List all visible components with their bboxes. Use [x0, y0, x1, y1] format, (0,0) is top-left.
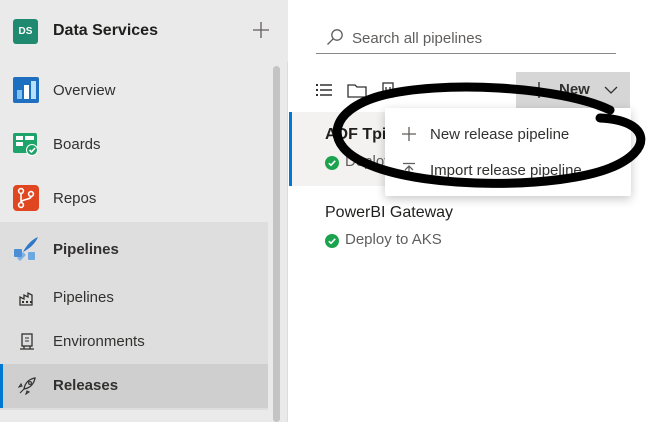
- chevron-down-icon: [604, 86, 618, 94]
- sidebar-item-label: Boards: [53, 136, 101, 153]
- project-header: DS Data Services: [0, 0, 288, 62]
- boards-icon: [13, 133, 38, 156]
- repos-icon: [13, 185, 39, 211]
- folder-view-icon[interactable]: [347, 80, 367, 100]
- sidebar: DS Data Services Overview Boards Repos P…: [0, 0, 288, 422]
- plus-icon: [531, 82, 547, 98]
- sidebar-item-label: Pipelines: [53, 241, 119, 258]
- sidebar-item-label: Environments: [53, 333, 145, 350]
- overview-icon: [13, 77, 39, 103]
- success-check-icon: [325, 156, 339, 170]
- environments-icon: [20, 333, 34, 350]
- project-name[interactable]: Data Services: [53, 22, 158, 40]
- list-view-icon[interactable]: [314, 80, 334, 100]
- plus-icon: [402, 127, 416, 141]
- active-indicator: [0, 364, 3, 408]
- menu-item-new-release-pipeline[interactable]: New release pipeline: [385, 117, 631, 153]
- menu-item-import-release-pipeline[interactable]: Import release pipeline: [385, 153, 631, 189]
- plus-icon: [253, 22, 269, 38]
- sidebar-item-label: Overview: [53, 82, 116, 99]
- import-icon: [403, 162, 415, 177]
- pipeline-name[interactable]: PowerBI Gateway: [325, 204, 453, 222]
- add-button[interactable]: [248, 17, 274, 43]
- pipeline-status: Deploy to AKS: [345, 231, 442, 248]
- menu-item-label: New release pipeline: [430, 126, 570, 143]
- sidebar-subitem-environments[interactable]: Environments: [0, 320, 268, 364]
- sidebar-item-label: Repos: [53, 190, 97, 207]
- new-button-label: New: [559, 81, 590, 98]
- search-box[interactable]: [316, 22, 616, 54]
- search-icon: [327, 29, 343, 45]
- sidebar-scrollbar[interactable]: [273, 66, 280, 422]
- pipelines-sub-icon: [19, 291, 33, 306]
- search-input[interactable]: [352, 26, 607, 50]
- deployed-view-icon[interactable]: [378, 80, 398, 100]
- new-dropdown-menu: New release pipeline Import release pipe…: [385, 108, 631, 196]
- menu-item-label: Import release pipeline: [430, 162, 582, 179]
- sidebar-item-pipelines[interactable]: Pipelines: [0, 228, 268, 272]
- sidebar-item-label: Pipelines: [53, 289, 114, 306]
- sidebar-subitem-releases[interactable]: Releases: [0, 364, 268, 408]
- sidebar-item-overview[interactable]: Overview: [0, 68, 268, 112]
- sidebar-item-boards[interactable]: Boards: [0, 122, 268, 166]
- sidebar-item-repos[interactable]: Repos: [0, 176, 268, 220]
- success-check-icon: [325, 234, 339, 248]
- new-button[interactable]: New: [516, 72, 630, 108]
- project-avatar[interactable]: DS: [13, 19, 38, 44]
- sidebar-item-label: Releases: [53, 377, 119, 394]
- releases-icon: [18, 377, 36, 395]
- pipeline-list-item[interactable]: PowerBI Gateway Deploy to AKS: [289, 190, 629, 264]
- sidebar-subitem-pipelines[interactable]: Pipelines: [0, 276, 268, 320]
- pipelines-icon: [14, 237, 38, 261]
- pipelines-group: Pipelines Pipelines Environments Release…: [0, 222, 268, 410]
